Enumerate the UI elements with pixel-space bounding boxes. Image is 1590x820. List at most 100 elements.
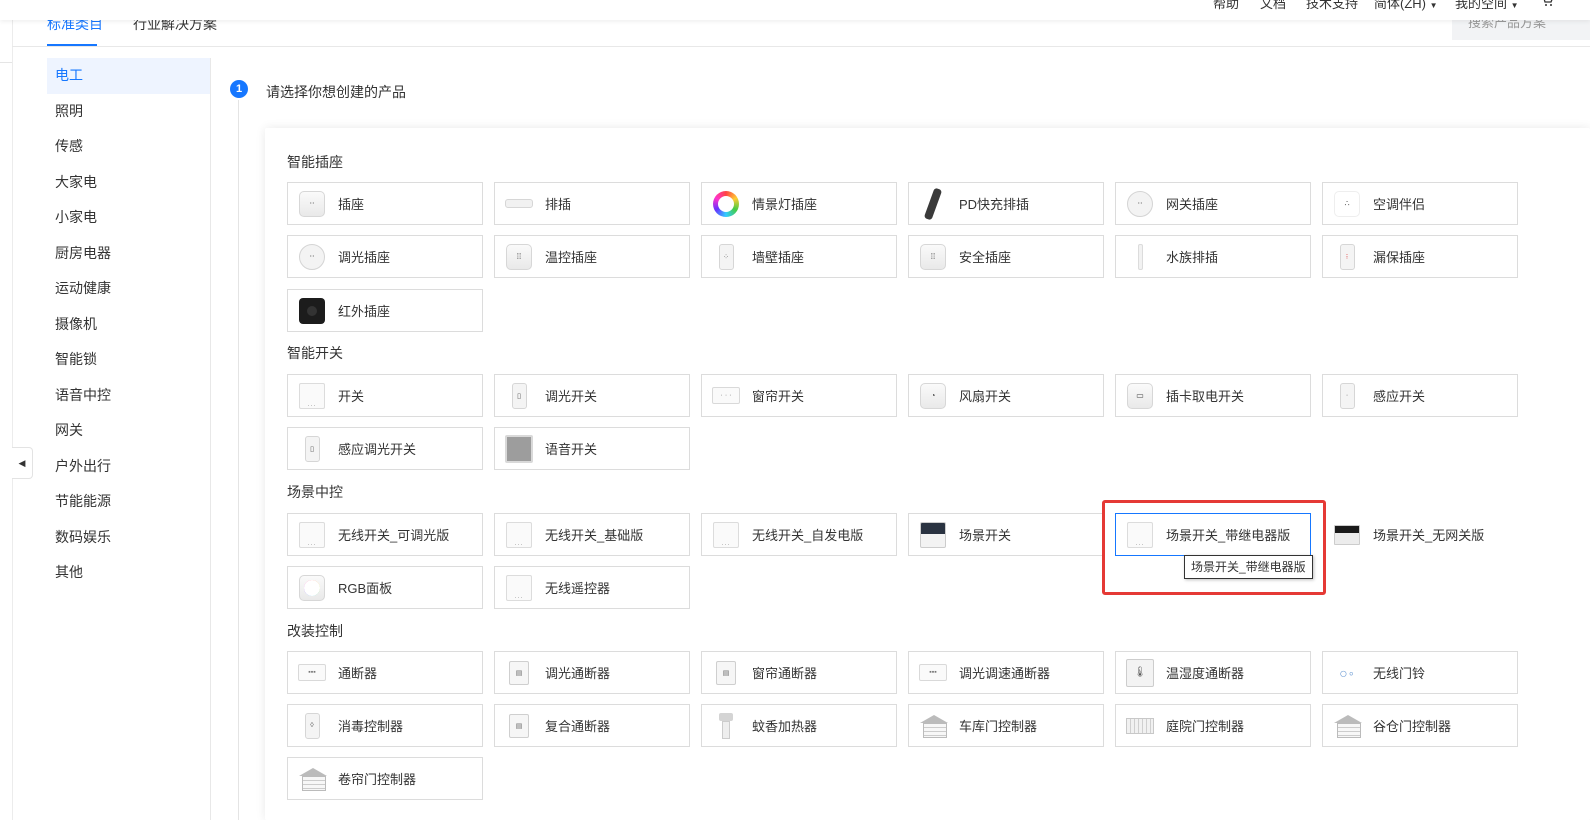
product-label: 复合通断器 [545,719,611,734]
product-name-tooltip: 场景开关_带继电器版 [1184,555,1313,579]
product-card-aquarium-strip[interactable]: 水族排插 [1115,235,1311,278]
sidebar-item-sports-health[interactable]: 运动健康 [47,271,210,307]
product-card-thermostat-socket[interactable]: ⁞⁞ 温控插座 [494,235,690,278]
product-card-fan-switch[interactable]: ◔ 风扇开关 [908,374,1104,417]
product-card-sterilization-controller[interactable]: ◊ 消毒控制器 [287,704,483,747]
step-connector-line [238,100,239,820]
step-title: 请选择你想创建的产品 [266,84,406,100]
sidebar-item-outdoor[interactable]: 户外出行 [47,449,210,485]
product-label: 无线开关_自发电版 [752,528,864,543]
product-label: 消毒控制器 [338,719,404,734]
category-tabs: 标准类目 行业解决方案 [12,16,1590,47]
product-card-gateway-socket[interactable]: ‧‧ 网关插座 [1115,182,1311,225]
sidebar-collapse-button[interactable]: ◀ [12,447,33,479]
product-card-dimmer-switch[interactable]: ▯ 调光开关 [494,374,690,417]
left-edge-tick [0,62,12,63]
sidebar-item-kitchen[interactable]: 厨房电器 [47,236,210,272]
product-card-wireless-doorbell[interactable]: ○◦ 无线门铃 [1322,651,1518,694]
sidebar-item-camera[interactable]: 摄像机 [47,307,210,343]
product-card-ac-companion[interactable]: ∴ 空调伴侣 [1322,182,1518,225]
nav-help[interactable]: 帮助 [1213,0,1239,12]
switch-panel-icon: ... [298,382,326,410]
product-card-ir-socket[interactable]: 红外插座 [287,289,483,332]
wall-socket-icon: ⁘ [712,243,740,271]
sidebar-item-lighting[interactable]: 照明 [47,94,210,130]
product-card-pd-fast-charge-strip[interactable]: PD快充排插 [908,182,1104,225]
sterilizer-icon: ◊ [298,712,326,740]
product-card-voice-switch[interactable]: 语音开关 [494,427,690,470]
product-card-temp-humidity-relay[interactable]: 🌡 温湿度通断器 [1115,651,1311,694]
sidebar-item-energy[interactable]: 节能能源 [47,484,210,520]
relay-module-icon: ▪▪▪ [298,659,326,687]
product-label: 安全插座 [959,250,1012,265]
product-label: 窗帘开关 [752,389,805,404]
product-card-scene-light-socket[interactable]: 情景灯插座 [701,182,897,225]
product-card-wireless-switch-dimmable[interactable]: ... 无线开关_可调光版 [287,513,483,556]
product-card-leakage-protection-socket[interactable]: ⁝ 漏保插座 [1322,235,1518,278]
section-title-retrofit-control: 改装控制 [287,623,343,639]
product-card-roller-door-controller[interactable]: 卷帘门控制器 [287,757,483,800]
sidebar-item-small-appliances[interactable]: 小家电 [47,200,210,236]
card-slot-switch-icon: ▭ [1126,382,1154,410]
product-card-wall-socket[interactable]: ⁘ 墙壁插座 [701,235,897,278]
product-label: 窗帘通断器 [752,666,818,681]
sidebar-item-electrical[interactable]: 电工 [47,58,210,94]
product-card-card-power-switch[interactable]: ▭ 插卡取电开关 [1115,374,1311,417]
nav-my-space[interactable]: 我的空间 ▼ [1455,0,1519,12]
product-card-scene-switch[interactable]: 场景开关 [908,513,1104,556]
product-label: 卷帘门控制器 [338,772,417,787]
product-card-curtain-relay[interactable]: ▤ 窗帘通断器 [701,651,897,694]
sidebar-item-sensing[interactable]: 传感 [47,129,210,165]
fan-switch-icon: ◔ [919,382,947,410]
product-label: 红外插座 [338,304,391,319]
product-card-mosquito-heater[interactable]: 蚊香加热器 [701,704,897,747]
product-card-composite-relay[interactable]: ▤ 复合通断器 [494,704,690,747]
product-label: 无线开关_可调光版 [338,528,450,543]
product-card-switch[interactable]: ... 开关 [287,374,483,417]
slim-strip-icon [1126,243,1154,271]
product-label: 插座 [338,197,365,212]
sidebar-item-voice-hub[interactable]: 语音中控 [47,378,210,414]
product-card-dimmer-relay[interactable]: ▤ 调光通断器 [494,651,690,694]
product-card-power-strip[interactable]: 排插 [494,182,690,225]
product-card-garage-door-controller[interactable]: 车库门控制器 [908,704,1104,747]
product-card-rgb-panel[interactable]: RGB面板 [287,566,483,609]
nav-language[interactable]: 简体(ZH) ▼ [1374,0,1438,12]
product-card-sensor-switch[interactable]: · 感应开关 [1322,374,1518,417]
product-card-wireless-switch-self-powered[interactable]: ... 无线开关_自发电版 [701,513,897,556]
product-card-socket[interactable]: ‧‧ 插座 [287,182,483,225]
product-label: 谷仓门控制器 [1373,719,1452,734]
product-card-relay-module[interactable]: ▪▪▪ 通断器 [287,651,483,694]
product-card-safety-socket[interactable]: ⁞⁞ 安全插座 [908,235,1104,278]
sidebar-item-large-appliances[interactable]: 大家电 [47,165,210,201]
product-label: 温湿度通断器 [1166,666,1245,681]
sidebar-item-smart-lock[interactable]: 智能锁 [47,342,210,378]
black-socket-icon [298,297,326,325]
product-card-dimmer-socket[interactable]: ‧‧ 调光插座 [287,235,483,278]
product-label: 调光插座 [338,250,391,265]
product-card-yard-gate-controller[interactable]: 庭院门控制器 [1115,704,1311,747]
nav-docs[interactable]: 文档 [1260,0,1286,12]
product-card-wireless-remote[interactable]: ... 无线遥控器 [494,566,690,609]
product-card-sensor-dimmer-switch[interactable]: ▯ 感应调光开关 [287,427,483,470]
product-label: 调光开关 [545,389,598,404]
product-card-curtain-switch[interactable]: · · · 窗帘开关 [701,374,897,417]
cart-icon[interactable] [1540,0,1554,10]
step-number-badge: 1 [230,80,248,98]
sidebar-item-other[interactable]: 其他 [47,555,210,591]
product-card-wireless-switch-basic[interactable]: ... 无线开关_基础版 [494,513,690,556]
thermometer-gauge-icon: 🌡 [1126,658,1154,687]
product-label: 场景开关 [959,528,1012,543]
product-label: 蚊香加热器 [752,719,818,734]
product-label: 无线门铃 [1373,666,1426,681]
sidebar-item-gateway[interactable]: 网关 [47,413,210,449]
product-card-scene-switch-no-gateway[interactable]: 场景开关_无网关版 [1322,513,1518,556]
product-label: 情景灯插座 [752,197,818,212]
nav-support[interactable]: 技术支持 [1306,0,1358,12]
product-card-dimmer-speed-relay[interactable]: ▪▪▪ 调光调速通断器 [908,651,1104,694]
product-card-scene-switch-relay[interactable]: ... 场景开关_带继电器版 [1115,513,1311,556]
product-card-barn-door-controller[interactable]: 谷仓门控制器 [1322,704,1518,747]
product-label: 感应调光开关 [338,442,417,457]
chevron-down-icon: ▼ [1510,1,1519,10]
sidebar-item-digital-entertainment[interactable]: 数码娱乐 [47,520,210,556]
